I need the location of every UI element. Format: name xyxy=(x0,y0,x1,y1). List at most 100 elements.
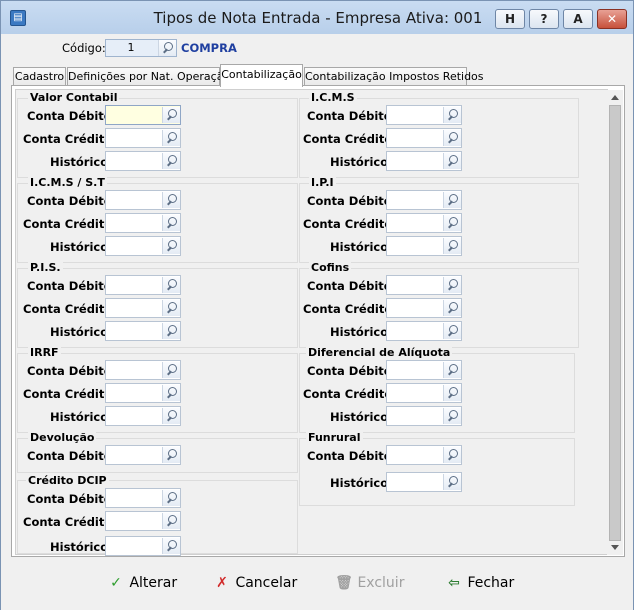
search-icon[interactable] xyxy=(443,323,461,339)
cancelar-label: Cancelar xyxy=(235,575,298,591)
tab-contabilizacao[interactable]: Contabilização xyxy=(220,64,303,87)
search-icon[interactable] xyxy=(443,153,461,169)
a-button[interactable]: A xyxy=(563,9,593,29)
devolucao-debito-field[interactable] xyxy=(105,445,181,465)
search-icon[interactable] xyxy=(162,362,180,378)
diferencial-debito-label: Conta Débito: xyxy=(307,364,397,378)
search-icon[interactable] xyxy=(443,192,461,208)
ipi-debito-field[interactable] xyxy=(386,190,462,210)
vertical-scrollbar[interactable] xyxy=(607,90,623,555)
cancelar-button[interactable]: ✗ Cancelar xyxy=(213,573,297,593)
irrf-debito-field[interactable] xyxy=(105,360,181,380)
search-icon[interactable] xyxy=(443,362,461,378)
search-icon[interactable] xyxy=(443,238,461,254)
funrural-debito-field[interactable] xyxy=(386,445,462,465)
ipi-historico-field[interactable] xyxy=(386,236,462,256)
dcip-credito-field[interactable] xyxy=(105,511,181,531)
fechar-button[interactable]: ⇦ Fechar xyxy=(445,573,514,593)
pis-historico-field[interactable] xyxy=(105,321,181,341)
close-button[interactable]: ✕ xyxy=(597,9,627,29)
icms-credito-field[interactable] xyxy=(386,128,462,148)
codigo-description: COMPRA xyxy=(181,41,237,55)
ipi-credito-field[interactable] xyxy=(386,213,462,233)
search-icon[interactable] xyxy=(443,215,461,231)
search-icon[interactable] xyxy=(162,300,180,316)
search-icon[interactable] xyxy=(162,513,180,529)
search-icon[interactable] xyxy=(443,130,461,146)
search-icon[interactable] xyxy=(162,385,180,401)
irrf-credito-field[interactable] xyxy=(105,383,181,403)
diferencial-historico-label: Histórico: xyxy=(330,410,393,424)
irrf-debito-label: Conta Débito: xyxy=(27,364,117,378)
footer-bar xyxy=(1,561,633,610)
group-title: Cofins xyxy=(309,261,352,274)
icms-historico-field[interactable] xyxy=(386,151,462,171)
search-icon[interactable] xyxy=(162,107,180,123)
valor-historico-field[interactable] xyxy=(105,151,181,171)
scroll-up-icon[interactable] xyxy=(611,95,619,100)
dcip-historico-label: Histórico: xyxy=(50,540,113,554)
funrural-historico-field[interactable] xyxy=(386,472,462,492)
window: ▤ Tipos de Nota Entrada - Empresa Ativa:… xyxy=(0,0,634,610)
search-icon[interactable] xyxy=(443,408,461,424)
search-icon[interactable] xyxy=(162,447,180,463)
tab-definicoes[interactable]: Definições por Nat. Operação xyxy=(67,67,230,86)
search-icon[interactable] xyxy=(162,323,180,339)
search-icon[interactable] xyxy=(162,277,180,293)
excluir-label: Excluir xyxy=(357,575,405,591)
icms-debito-field[interactable] xyxy=(386,105,462,125)
search-icon[interactable] xyxy=(162,538,180,554)
search-icon[interactable] xyxy=(443,385,461,401)
cofins-historico-field[interactable] xyxy=(386,321,462,341)
irrf-historico-field[interactable] xyxy=(105,406,181,426)
cofins-debito-field[interactable] xyxy=(386,275,462,295)
help-button[interactable]: H xyxy=(495,9,525,29)
icms-st-debito-field[interactable] xyxy=(105,190,181,210)
scroll-down-icon[interactable] xyxy=(611,545,619,550)
tab-cadastro[interactable]: Cadastro xyxy=(13,67,66,86)
search-icon[interactable] xyxy=(443,300,461,316)
pis-credito-label: Conta Crédito: xyxy=(23,302,117,316)
icms-st-credito-label: Conta Crédito: xyxy=(23,217,117,231)
valor-credito-field[interactable] xyxy=(105,128,181,148)
search-icon[interactable] xyxy=(162,490,180,506)
tab-contabilizacao-impostos[interactable]: Contabilização Impostos Retidos xyxy=(304,67,484,86)
icms-debito-label: Conta Débito: xyxy=(307,109,397,123)
search-icon[interactable] xyxy=(162,192,180,208)
search-icon[interactable] xyxy=(162,238,180,254)
diferencial-historico-field[interactable] xyxy=(386,406,462,426)
ipi-debito-label: Conta Débito: xyxy=(307,194,397,208)
pis-debito-label: Conta Débito: xyxy=(27,279,117,293)
icms-st-historico-field[interactable] xyxy=(105,236,181,256)
pis-historico-label: Histórico: xyxy=(50,325,113,339)
codigo-label: Código: xyxy=(62,41,106,55)
diferencial-debito-field[interactable] xyxy=(386,360,462,380)
question-button[interactable]: ? xyxy=(529,9,559,29)
pis-debito-field[interactable] xyxy=(105,275,181,295)
irrf-historico-label: Histórico: xyxy=(50,410,113,424)
diferencial-credito-field[interactable] xyxy=(386,383,462,403)
group-title: IRRF xyxy=(28,346,61,359)
search-icon[interactable] xyxy=(162,153,180,169)
group-title: Crédito DCIP xyxy=(26,474,109,487)
scrollbar-thumb[interactable] xyxy=(609,105,621,541)
search-icon[interactable] xyxy=(443,107,461,123)
search-icon[interactable] xyxy=(162,408,180,424)
cofins-credito-field[interactable] xyxy=(386,298,462,318)
search-icon[interactable] xyxy=(162,130,180,146)
alterar-label: Alterar xyxy=(129,575,178,591)
search-icon[interactable] xyxy=(443,474,461,490)
search-icon[interactable] xyxy=(443,277,461,293)
search-icon[interactable] xyxy=(162,215,180,231)
codigo-search-icon[interactable] xyxy=(158,40,176,56)
dcip-debito-field[interactable] xyxy=(105,488,181,508)
search-icon[interactable] xyxy=(443,447,461,463)
icms-st-credito-field[interactable] xyxy=(105,213,181,233)
alterar-button[interactable]: ✓ Alterar xyxy=(107,573,177,593)
excluir-button[interactable]: 🗑 Excluir xyxy=(335,573,404,593)
pis-credito-field[interactable] xyxy=(105,298,181,318)
valor-debito-field[interactable] xyxy=(105,105,181,125)
dcip-historico-field[interactable] xyxy=(105,536,181,556)
fechar-label: Fechar xyxy=(467,575,515,591)
checkmark-icon: ✓ xyxy=(110,575,122,591)
